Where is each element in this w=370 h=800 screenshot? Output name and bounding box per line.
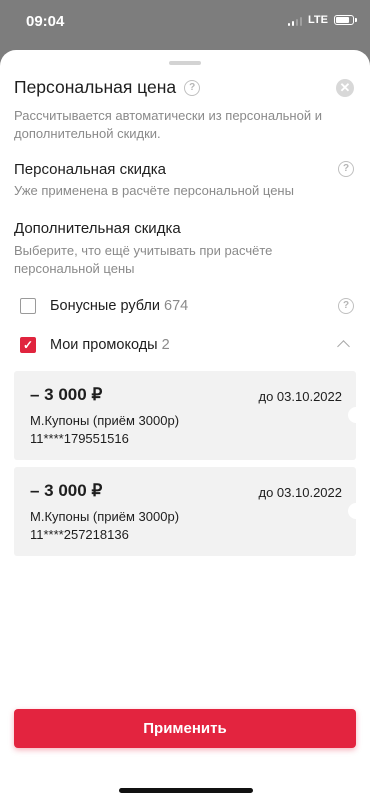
- sheet-subtitle: Рассчитывается автоматически из персонал…: [14, 108, 322, 141]
- question-circle-icon[interactable]: ?: [338, 298, 354, 314]
- question-circle-icon[interactable]: ?: [184, 79, 201, 96]
- signal-icon: [287, 15, 303, 26]
- network-label: LTE: [308, 14, 328, 26]
- bonus-checkbox[interactable]: [20, 298, 36, 314]
- personal-discount-description: Уже применена в расчёте персональной цен…: [14, 183, 294, 198]
- additional-discount-description: Выберите, что ещё учитывать при расчёте …: [14, 243, 273, 276]
- status-indicators: LTE: [287, 14, 357, 26]
- additional-discount-title: Дополнительная скидка: [14, 220, 181, 237]
- coupon-notch: [348, 503, 356, 519]
- status-time: 09:04: [26, 13, 65, 30]
- home-indicator: [119, 788, 253, 793]
- coupon-valid-until: до 03.10.2022: [258, 389, 343, 404]
- coupon-name: М.Купоны (приём 3000р): [30, 509, 180, 524]
- question-circle-icon[interactable]: ?: [338, 161, 354, 177]
- coupon-name: М.Купоны (приём 3000р): [30, 413, 180, 428]
- close-button[interactable]: ✕: [336, 79, 354, 97]
- coupon-amount: – 3 000 ₽: [30, 481, 103, 500]
- sheet-title: Персональная цена: [14, 77, 177, 97]
- battery-icon: [334, 15, 357, 25]
- promo-checkbox[interactable]: ✓: [20, 337, 36, 353]
- coupon-notch: [348, 407, 356, 423]
- bottom-sheet: Персональная цена ? ✕ Рассчитывается авт…: [0, 50, 370, 800]
- personal-discount-title: Персональная скидка: [14, 161, 167, 178]
- bonus-rubles-option[interactable]: Бонусные рубли 674: [20, 298, 188, 314]
- coupon-card[interactable]: – 3 000 ₽ до 03.10.2022 М.Купоны (приём …: [14, 467, 356, 556]
- promo-codes-option[interactable]: ✓ Мои промокоды 2: [20, 337, 170, 353]
- option-label: Мои промокоды 2: [50, 337, 170, 353]
- sheet-grabber[interactable]: [169, 61, 201, 65]
- status-bar: 09:04 LTE: [0, 0, 370, 44]
- checkmark-icon: ✓: [22, 338, 34, 352]
- close-icon: ✕: [339, 80, 351, 95]
- coupon-amount: – 3 000 ₽: [30, 385, 103, 404]
- option-label: Бонусные рубли 674: [50, 298, 189, 314]
- coupon-card[interactable]: – 3 000 ₽ до 03.10.2022 М.Купоны (приём …: [14, 371, 356, 460]
- coupon-valid-until: до 03.10.2022: [258, 485, 343, 500]
- apply-button[interactable]: Применить: [14, 709, 356, 748]
- chevron-up-icon[interactable]: [337, 340, 350, 353]
- coupon-code: 11****179551516: [30, 431, 129, 446]
- coupon-code: 11****257218136: [30, 527, 129, 542]
- title-row: Персональная цена ?: [14, 77, 201, 98]
